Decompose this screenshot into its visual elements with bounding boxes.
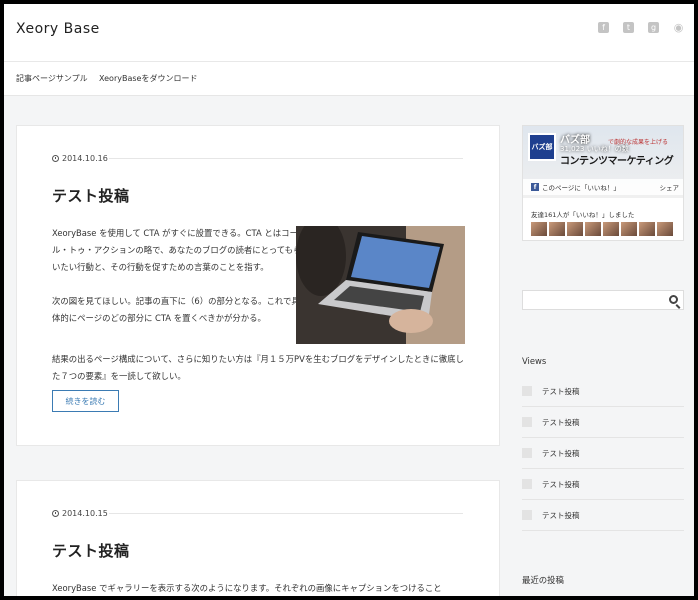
thumbnail-placeholder — [522, 448, 532, 458]
views-widget-title: Views — [522, 356, 547, 366]
fb-cover: バズ部 バズ部 で劇的な成果を上げる 31,023 いいね！の数 コンテンツマー… — [523, 126, 683, 198]
post-date: 2014.10.15 — [52, 509, 108, 518]
thumbnail-placeholder — [522, 417, 532, 427]
thumbnail-placeholder — [522, 386, 532, 396]
list-item[interactable]: テスト投稿 — [522, 407, 684, 438]
search-icon[interactable] — [669, 295, 678, 304]
fb-like-bar[interactable]: f このページに「いいね！」 シェア — [523, 179, 683, 195]
post-excerpt: XeoryBase でギャラリーを表示する次のようになります。それぞれの画像にキ… — [52, 583, 442, 593]
fb-friends-text: 友達161人が「いいね！」しました — [531, 211, 635, 219]
avatar[interactable] — [567, 222, 583, 236]
recent-posts-title: 最近の投稿 — [522, 575, 564, 585]
avatar[interactable] — [549, 222, 565, 236]
avatar[interactable] — [603, 222, 619, 236]
fb-share-button[interactable]: シェア — [660, 182, 680, 192]
nav-item-download[interactable]: XeoryBaseをダウンロード — [99, 73, 197, 84]
fb-page-logo[interactable]: バズ部 — [528, 133, 556, 161]
read-more-button[interactable]: 続きを読む — [52, 390, 119, 412]
facebook-like-box[interactable]: バズ部 バズ部 で劇的な成果を上げる 31,023 いいね！の数 コンテンツマー… — [522, 125, 684, 241]
list-item[interactable]: テスト投稿 — [522, 500, 684, 531]
search-input[interactable] — [522, 290, 684, 310]
post-thumbnail-laptop[interactable] — [296, 226, 465, 344]
avatar[interactable] — [531, 222, 547, 236]
date-divider — [109, 158, 463, 159]
post-excerpt: XeoryBase を使用して CTA がすぐに設置できる。CTA とはコール・… — [52, 225, 302, 344]
clock-icon — [52, 510, 59, 517]
date-divider — [109, 513, 463, 514]
post-excerpt-continued: 結果の出るページ構成について、さらに知りたい方は『月１５万PVを生むブログをデザ… — [52, 354, 464, 381]
twitter-icon[interactable]: t — [623, 22, 634, 33]
avatar[interactable] — [639, 222, 655, 236]
social-links: f t g ◉ — [598, 22, 684, 33]
avatar[interactable] — [621, 222, 637, 236]
clock-icon — [52, 155, 59, 162]
post-title[interactable]: テスト投稿 — [52, 185, 130, 206]
list-item[interactable]: テスト投稿 — [522, 438, 684, 469]
thumbnail-placeholder — [522, 510, 532, 520]
avatar[interactable] — [657, 222, 673, 236]
list-item[interactable]: テスト投稿 — [522, 376, 684, 407]
views-list: テスト投稿 テスト投稿 テスト投稿 テスト投稿 テスト投稿 — [522, 376, 684, 531]
fb-like-label[interactable]: このページに「いいね！」 — [542, 182, 620, 192]
thumbnail-placeholder — [522, 479, 532, 489]
excerpt-paragraph: 次の図を見てほしい。記事の直下に（6）の部分となる。これで具体的にページのどの部… — [52, 296, 300, 323]
rss-icon[interactable]: ◉ — [673, 22, 684, 33]
global-nav: 記事ページサンプル XeoryBaseをダウンロード — [4, 62, 694, 96]
post-date: 2014.10.16 — [52, 154, 108, 163]
post-card: 2014.10.15 テスト投稿 XeoryBase でギャラリーを表示する次の… — [16, 480, 500, 596]
fb-friend-avatars — [531, 222, 673, 236]
list-item[interactable]: テスト投稿 — [522, 469, 684, 500]
post-card: 2014.10.16 テスト投稿 XeoryBase を使用して CTA がすぐ… — [16, 125, 500, 446]
site-title[interactable]: Xeory Base — [16, 21, 100, 37]
laptop-image — [296, 226, 465, 344]
nav-item-article-sample[interactable]: 記事ページサンプル — [16, 73, 88, 84]
fb-tagline: コンテンツマーケティング — [560, 156, 674, 167]
facebook-icon: f — [531, 183, 539, 191]
google-plus-icon[interactable]: g — [648, 22, 659, 33]
facebook-icon[interactable]: f — [598, 22, 609, 33]
post-title[interactable]: テスト投稿 — [52, 540, 130, 561]
avatar[interactable] — [585, 222, 601, 236]
site-header: Xeory Base f t g ◉ — [4, 4, 694, 62]
browser-viewport: Xeory Base f t g ◉ 記事ページサンプル XeoryBaseをダ… — [4, 4, 694, 596]
excerpt-paragraph: XeoryBase を使用して CTA がすぐに設置できる。CTA とはコール・… — [52, 228, 302, 272]
